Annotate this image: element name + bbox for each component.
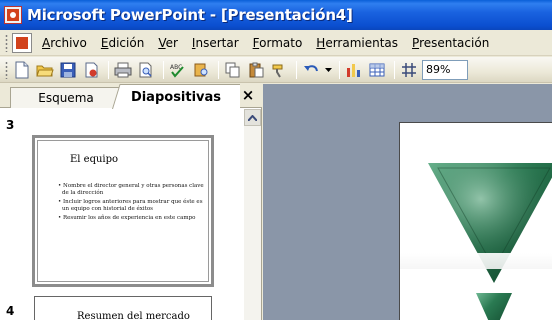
toolbar-separator: [296, 60, 297, 79]
menu-insertar[interactable]: Insertar: [192, 36, 239, 50]
thumbnail-bullets: • Nombre el director general y otras per…: [58, 183, 208, 224]
tab-outline-label: Esquema: [38, 91, 94, 105]
toolbar-separator: [339, 60, 340, 79]
zoom-value: 89%: [426, 63, 451, 76]
undo-icon[interactable]: [301, 60, 321, 80]
menu-ver[interactable]: Ver: [158, 36, 178, 50]
window-title: Microsoft PowerPoint - [Presentación4]: [27, 6, 353, 24]
tab-slides[interactable]: Diapositivas: [112, 84, 240, 109]
vertical-scrollbar[interactable]: [244, 126, 261, 320]
new-document-icon[interactable]: [12, 60, 32, 80]
spelling-check-icon[interactable]: ABC: [168, 60, 188, 80]
menu-bar: Archivo Edición Ver Insertar Formato Her…: [0, 30, 552, 56]
format-painter-icon[interactable]: [269, 60, 289, 80]
slide-number: 3: [6, 118, 15, 132]
slide-workspace: [263, 84, 552, 320]
slide-light-band: [400, 253, 552, 269]
toolbar-separator: [218, 60, 219, 79]
thumbnail-frame: El equipo • Nombre el director general y…: [37, 140, 209, 282]
bullet-item: • Nombre el director general y otras per…: [58, 183, 204, 196]
toolbar-separator: [108, 60, 109, 79]
research-icon[interactable]: [191, 60, 211, 80]
undo-dropdown-chevron-icon[interactable]: [324, 60, 332, 80]
document-menu-icon[interactable]: [12, 32, 32, 53]
title-bar: Microsoft PowerPoint - [Presentación4]: [0, 0, 552, 30]
menu-presentacion[interactable]: Presentación: [412, 36, 489, 50]
open-folder-icon[interactable]: [35, 60, 55, 80]
menu-grip-handle[interactable]: [5, 33, 8, 52]
paste-icon[interactable]: [246, 60, 266, 80]
menu-edicion[interactable]: Edición: [101, 36, 144, 50]
bullet-item: • Resumir los años de experiencia en est…: [58, 215, 196, 221]
close-pane-icon[interactable]: ×: [240, 87, 256, 103]
tab-slides-label: Diapositivas: [130, 89, 222, 105]
tab-outline[interactable]: Esquema: [10, 87, 122, 108]
insert-chart-icon[interactable]: [344, 60, 364, 80]
insert-table-icon[interactable]: [367, 60, 387, 80]
powerpoint-app-icon[interactable]: [4, 6, 22, 24]
slides-pane: Esquema Diapositivas × 3 El equipo • Nom…: [0, 84, 262, 320]
slide-thumbnail[interactable]: Resumen del mercado: [34, 296, 212, 320]
toolbar-separator: [394, 60, 395, 79]
bullet-item: • Incluir logros anteriores para mostrar…: [58, 199, 203, 212]
menu-archivo[interactable]: Archivo: [42, 36, 87, 50]
current-slide[interactable]: [399, 122, 552, 320]
marble-triangle-graphic: [428, 163, 552, 320]
thumbnail-title: El equipo: [70, 154, 119, 165]
pane-tabs: Esquema Diapositivas ×: [0, 84, 262, 109]
slide-number: 4: [6, 304, 15, 318]
print-preview-icon[interactable]: [136, 60, 156, 80]
scroll-up-button[interactable]: [244, 109, 261, 126]
print-icon[interactable]: [113, 60, 133, 80]
zoom-field[interactable]: 89%: [422, 59, 468, 80]
menu-formato[interactable]: Formato: [253, 36, 303, 50]
save-disk-icon[interactable]: [58, 60, 78, 80]
copy-icon[interactable]: [223, 60, 243, 80]
grid-icon[interactable]: [399, 60, 419, 80]
permission-icon[interactable]: [81, 60, 101, 80]
chevron-up-icon: [248, 114, 257, 121]
standard-toolbar: ABC 89%: [0, 57, 552, 83]
slide-thumbnail-selected[interactable]: El equipo • Nombre el director general y…: [32, 135, 214, 287]
thumbnail-title: Resumen del mercado: [77, 311, 190, 320]
menu-herramientas[interactable]: Herramientas: [316, 36, 398, 50]
toolbar-separator: [163, 60, 164, 79]
toolbar-grip-handle[interactable]: [5, 60, 8, 79]
